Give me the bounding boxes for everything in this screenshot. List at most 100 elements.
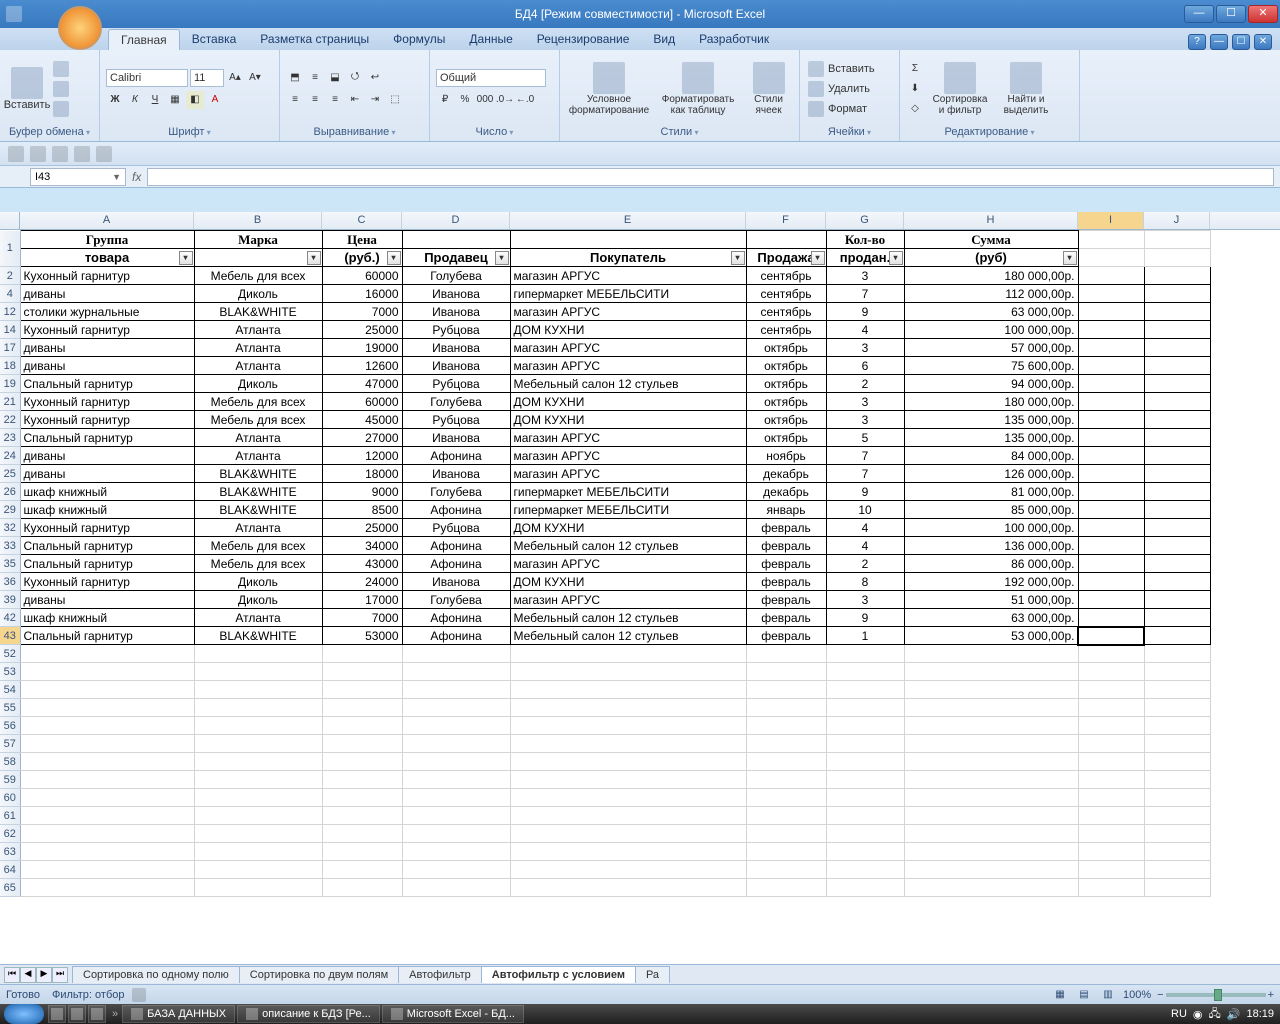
cell[interactable]: октябрь (746, 393, 826, 411)
cell[interactable]: Атланта (194, 447, 322, 465)
header-cell[interactable]: Кол-во (826, 231, 904, 249)
cell[interactable] (510, 807, 746, 825)
cell[interactable] (826, 861, 904, 879)
cell[interactable]: 86 000,00р. (904, 555, 1078, 573)
select-all-corner[interactable] (0, 212, 20, 229)
cell[interactable]: 18000 (322, 465, 402, 483)
cell[interactable]: 180 000,00р. (904, 267, 1078, 285)
cell[interactable] (20, 825, 194, 843)
cell[interactable]: Диколь (194, 573, 322, 591)
sort-filter-button[interactable]: Сортировка и фильтр (928, 57, 992, 121)
cell[interactable] (194, 717, 322, 735)
cell[interactable] (510, 861, 746, 879)
cell[interactable] (826, 843, 904, 861)
row-header[interactable]: 62 (0, 825, 20, 843)
align-right-button[interactable]: ≡ (326, 91, 344, 109)
cell[interactable]: шкаф книжный (20, 609, 194, 627)
cell[interactable] (20, 681, 194, 699)
cell[interactable] (20, 717, 194, 735)
cell[interactable] (402, 861, 510, 879)
cell[interactable] (1078, 501, 1144, 519)
cell[interactable] (1078, 609, 1144, 627)
cell[interactable]: 53000 (322, 627, 402, 645)
filter-dropdown-icon[interactable]: ▾ (811, 251, 825, 265)
cell[interactable] (1078, 681, 1144, 699)
cell[interactable]: ноябрь (746, 447, 826, 465)
cell[interactable] (1078, 393, 1144, 411)
cell[interactable]: магазин АРГУС (510, 429, 746, 447)
cell[interactable]: Спальный гарнитур (20, 627, 194, 645)
cell[interactable]: Иванова (402, 429, 510, 447)
cell[interactable]: Афонина (402, 609, 510, 627)
font-size-selector[interactable]: 11 (190, 69, 224, 87)
cell[interactable] (1144, 609, 1210, 627)
cell[interactable]: сентябрь (746, 321, 826, 339)
header-cell[interactable] (746, 231, 826, 249)
header-cell[interactable] (402, 231, 510, 249)
cell[interactable] (1078, 519, 1144, 537)
cell[interactable] (1144, 555, 1210, 573)
cell[interactable]: 51 000,00р. (904, 591, 1078, 609)
cell[interactable]: гипермаркет МЕБЕЛЬСИТИ (510, 285, 746, 303)
cell[interactable] (194, 645, 322, 663)
doc-restore-button[interactable]: ☐ (1232, 34, 1250, 50)
cell[interactable] (746, 843, 826, 861)
cell[interactable] (1144, 807, 1210, 825)
view-normal-button[interactable]: ▦ (1051, 986, 1069, 1004)
cell[interactable]: магазин АРГУС (510, 267, 746, 285)
cell[interactable]: октябрь (746, 375, 826, 393)
col-header-E[interactable]: E (510, 212, 746, 229)
cell[interactable] (1078, 555, 1144, 573)
cell[interactable] (746, 699, 826, 717)
cell[interactable]: 12000 (322, 447, 402, 465)
zoom-in-icon[interactable]: + (1268, 989, 1274, 1001)
cell[interactable]: 19000 (322, 339, 402, 357)
cell[interactable]: Кухонный гарнитур (20, 321, 194, 339)
cell[interactable] (20, 861, 194, 879)
cell[interactable] (1144, 231, 1210, 249)
cell[interactable]: столики журнальные (20, 303, 194, 321)
cell[interactable]: Мебельный салон 12 стульев (510, 375, 746, 393)
cell[interactable]: Спальный гарнитур (20, 537, 194, 555)
filter-dropdown-icon[interactable]: ▾ (179, 251, 193, 265)
cell[interactable]: Иванова (402, 573, 510, 591)
italic-button[interactable]: К (126, 91, 144, 109)
cell[interactable]: 25000 (322, 321, 402, 339)
filter-dropdown-icon[interactable]: ▾ (387, 251, 401, 265)
percent-button[interactable]: % (456, 91, 474, 109)
fill-color-button[interactable]: ◧ (186, 91, 204, 109)
tab-Формулы[interactable]: Формулы (381, 29, 457, 50)
zoom-slider[interactable]: − + (1157, 989, 1274, 1001)
row-header[interactable]: 33 (0, 537, 20, 555)
cell[interactable] (826, 825, 904, 843)
cell[interactable]: Кухонный гарнитур (20, 267, 194, 285)
cell[interactable] (746, 789, 826, 807)
cell[interactable] (1078, 429, 1144, 447)
cell[interactable] (1144, 321, 1210, 339)
cell[interactable] (20, 663, 194, 681)
cell[interactable]: Мебель для всех (194, 411, 322, 429)
cell[interactable]: Спальный гарнитур (20, 555, 194, 573)
cell[interactable] (1144, 753, 1210, 771)
cell[interactable] (826, 789, 904, 807)
align-middle-button[interactable]: ≡ (306, 69, 324, 87)
cell[interactable]: 126 000,00р. (904, 465, 1078, 483)
minimize-button[interactable]: — (1184, 5, 1214, 23)
cell[interactable]: Иванова (402, 303, 510, 321)
cell[interactable] (904, 681, 1078, 699)
header-cell[interactable]: товара▾ (20, 249, 194, 267)
cell[interactable] (1144, 825, 1210, 843)
cell[interactable] (1144, 717, 1210, 735)
cell[interactable] (402, 825, 510, 843)
doc-minimize-button[interactable]: — (1210, 34, 1228, 50)
orientation-button[interactable]: ⭯ (346, 69, 364, 87)
cell[interactable]: Мебельный салон 12 стульев (510, 609, 746, 627)
cell[interactable] (1144, 357, 1210, 375)
cell[interactable] (1078, 285, 1144, 303)
cell[interactable]: 81 000,00р. (904, 483, 1078, 501)
cell[interactable] (1078, 771, 1144, 789)
cell[interactable]: Иванова (402, 285, 510, 303)
tab-nav-next[interactable]: ▶ (36, 967, 52, 983)
cell[interactable] (510, 717, 746, 735)
format-as-table-button[interactable]: Форматировать как таблицу (656, 57, 740, 121)
